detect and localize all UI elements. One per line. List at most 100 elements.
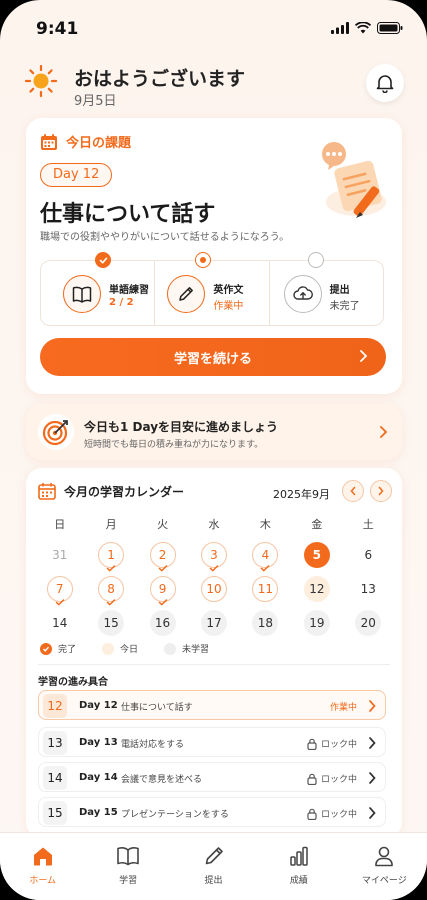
calendar-header: 今月の学習カレンダー <box>38 482 184 500</box>
weekday-label: 月 <box>105 518 117 531</box>
weekday-label: 木 <box>259 518 271 531</box>
lesson-status-label: ロック中 <box>320 740 357 750</box>
legend-todo-label: 未学習 <box>182 645 210 655</box>
calendar-day-cell[interactable]: 10 <box>188 572 239 606</box>
step-label: 提出 <box>329 285 350 296</box>
bar-chart-icon <box>290 846 308 866</box>
step-composition[interactable]: 英作文 作業中 <box>154 252 268 325</box>
calendar-day: 14 <box>52 616 68 630</box>
tab-mypage[interactable]: マイページ <box>342 833 427 900</box>
tab-label: 学習 <box>119 876 138 886</box>
chevron-right-icon <box>369 700 376 712</box>
tab-grades[interactable]: 成績 <box>256 833 341 900</box>
prev-month-button[interactable] <box>342 480 364 502</box>
step-todo-dot <box>307 252 324 268</box>
task-subtitle: 職場での役割ややりがいについて話せるようになろう。 <box>40 232 290 243</box>
lesson-row-day14[interactable]: 14 Day 14 会議で意見を述べる ロック中 <box>38 762 386 792</box>
calendar-day-cell[interactable]: 8 <box>85 572 136 606</box>
today-task-card: 今日の課題 Day 12 仕事について話す 職場での役割ややりがいについて話せる… <box>26 118 402 394</box>
task-title: 仕事について話す <box>40 202 216 227</box>
calendar-day-cell[interactable]: 5 <box>291 538 342 572</box>
tab-label: 成績 <box>289 876 308 886</box>
lesson-name: プレゼンテーションをする <box>121 810 229 820</box>
calendar-day-cell[interactable]: 18 <box>240 606 291 640</box>
signal-icon <box>331 22 349 34</box>
calendar-day-cell[interactable]: 9 <box>137 572 188 606</box>
calendar-day: 10 <box>200 576 227 602</box>
notification-button[interactable] <box>366 64 404 102</box>
step-vocabulary[interactable]: 単語練習 2 / 2 <box>41 252 154 325</box>
legend-todo: 未学習 <box>164 642 209 655</box>
target-icon-circle <box>38 414 74 450</box>
check-icon <box>106 599 116 606</box>
lesson-number: 12 <box>43 694 67 718</box>
tab-submit[interactable]: 提出 <box>171 833 256 900</box>
lesson-number: 13 <box>43 731 67 755</box>
calendar-day-cell[interactable]: 15 <box>85 606 136 640</box>
lesson-row-day12[interactable]: 12 Day 12 仕事について話す 作業中 <box>38 690 386 720</box>
task-section-label: 今日の課題 <box>66 136 132 151</box>
tab-study[interactable]: 学習 <box>85 833 170 900</box>
check-icon <box>99 257 107 264</box>
tab-home[interactable]: ホーム <box>0 833 85 900</box>
calendar-day: 13 <box>360 582 376 596</box>
lesson-number: 15 <box>43 801 67 825</box>
calendar-day: 20 <box>355 610 382 636</box>
lesson-status: ロック中 <box>307 807 357 820</box>
continue-learning-button[interactable]: 学習を続ける <box>40 338 386 376</box>
calendar-day: 11 <box>252 576 279 602</box>
status-bar: 9:41 <box>0 0 427 54</box>
step-label: 英作文 <box>213 285 244 296</box>
lesson-row-day13[interactable]: 13 Day 13 電話対応をする ロック中 <box>38 727 386 757</box>
check-icon <box>209 565 219 572</box>
daily-goal-banner[interactable]: 今日も1 Dayを目安に進めましょう 短時間でも毎日の積み重ねが力になります。 <box>26 404 402 460</box>
task-section-header: 今日の課題 <box>40 132 131 151</box>
bell-icon <box>376 75 394 93</box>
calendar-day-cell[interactable]: 3 <box>188 538 239 572</box>
calendar-day-cell[interactable]: 20 <box>343 606 394 640</box>
lesson-status-label: 作業中 <box>329 703 357 713</box>
cloud-upload-icon <box>292 286 313 300</box>
pencil-icon <box>179 287 194 301</box>
calendar-day-cell[interactable]: 4 <box>240 538 291 572</box>
calendar-day-cell[interactable]: 6 <box>343 538 394 572</box>
calendar-day: 16 <box>149 610 176 636</box>
calendar-day-cell[interactable]: 14 <box>34 606 85 640</box>
calendar-day-cell[interactable]: 1 <box>85 538 136 572</box>
calendar-day-cell[interactable]: 31 <box>34 538 85 572</box>
lesson-day: Day 15 <box>79 807 118 818</box>
lesson-number: 14 <box>43 766 67 790</box>
header-date: 9月5日 <box>74 94 117 109</box>
calendar-day-cell[interactable]: 2 <box>137 538 188 572</box>
next-month-button[interactable] <box>370 480 392 502</box>
calendar-day-cell[interactable]: 13 <box>343 572 394 606</box>
tab-label: 提出 <box>204 876 223 886</box>
book-icon <box>117 847 139 866</box>
calendar-day-cell[interactable]: 19 <box>291 606 342 640</box>
lesson-day: Day 12 <box>79 700 118 711</box>
weekday-label: 土 <box>362 518 374 531</box>
task-steps: 単語練習 2 / 2 英作文 作業中 提出 未完了 <box>40 252 384 326</box>
check-icon <box>261 565 270 572</box>
legend-today-label: 今日 <box>120 645 139 655</box>
lesson-name: 会議で意見を述べる <box>121 775 203 785</box>
step-submit[interactable]: 提出 未完了 <box>268 252 383 325</box>
calendar-day-cell[interactable]: 12 <box>291 572 342 606</box>
calendar-day-cell[interactable]: 7 <box>34 572 85 606</box>
calendar-day-cell[interactable]: 11 <box>240 572 291 606</box>
lesson-status-label: ロック中 <box>320 775 357 785</box>
status-icons <box>331 22 403 34</box>
divider <box>38 664 390 665</box>
calendar-day-cell[interactable]: 17 <box>188 606 239 640</box>
notepad-illustration-icon <box>321 142 386 218</box>
calendar-day-cell[interactable]: 16 <box>137 606 188 640</box>
step-done-dot <box>95 252 111 268</box>
lesson-status-label: ロック中 <box>320 810 357 820</box>
step-value: 2 / 2 <box>109 297 134 308</box>
calendar-day: 15 <box>98 610 125 636</box>
wifi-icon <box>355 22 371 34</box>
tab-label: マイページ <box>361 876 407 886</box>
calendar-day: 6 <box>364 548 373 562</box>
lesson-row-day15[interactable]: 15 Day 15 プレゼンテーションをする ロック中 <box>38 797 386 827</box>
calendar-day: 19 <box>303 610 330 636</box>
